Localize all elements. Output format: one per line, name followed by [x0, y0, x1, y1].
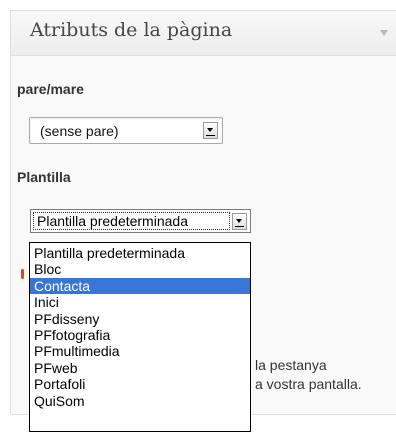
template-label: Plantilla	[17, 169, 71, 185]
parent-label: pare/mare	[17, 81, 84, 97]
template-option[interactable]: Plantilla predeterminada	[30, 245, 250, 261]
template-option[interactable]: Portafoli	[30, 376, 250, 392]
help-text-line1: la pestanya	[255, 357, 327, 373]
template-select[interactable]: Plantilla predeterminada	[30, 209, 251, 233]
parent-select-value: (sense pare)	[40, 123, 119, 139]
toggle-arrow-icon[interactable]	[380, 30, 388, 36]
template-options-list: Plantilla predeterminada Bloc Contacta Inic…	[29, 242, 251, 432]
metabox-header[interactable]: Atributs de la pàgina	[11, 11, 396, 56]
chevron-down-icon[interactable]	[203, 122, 218, 139]
help-text-line2: a vostra pantalla.	[255, 376, 362, 392]
template-option[interactable]: PFfotografia	[30, 327, 250, 343]
metabox-title: Atributs de la pàgina	[30, 19, 233, 41]
template-option[interactable]: Inici	[30, 294, 250, 310]
template-option[interactable]: Bloc	[30, 261, 250, 277]
template-select-value: Plantilla predeterminada	[37, 213, 188, 229]
template-option[interactable]: PFmultimedia	[30, 343, 250, 359]
template-option[interactable]: PFweb	[30, 360, 250, 376]
template-option[interactable]: Contacta	[30, 277, 250, 295]
template-select-focus: Plantilla predeterminada	[33, 212, 230, 230]
template-option[interactable]: PFdisseny	[30, 311, 250, 327]
parent-select[interactable]: (sense pare)	[29, 117, 223, 144]
focus-edge-mark	[21, 269, 24, 279]
template-option[interactable]: QuiSom	[30, 393, 250, 409]
chevron-down-icon[interactable]	[232, 213, 247, 230]
